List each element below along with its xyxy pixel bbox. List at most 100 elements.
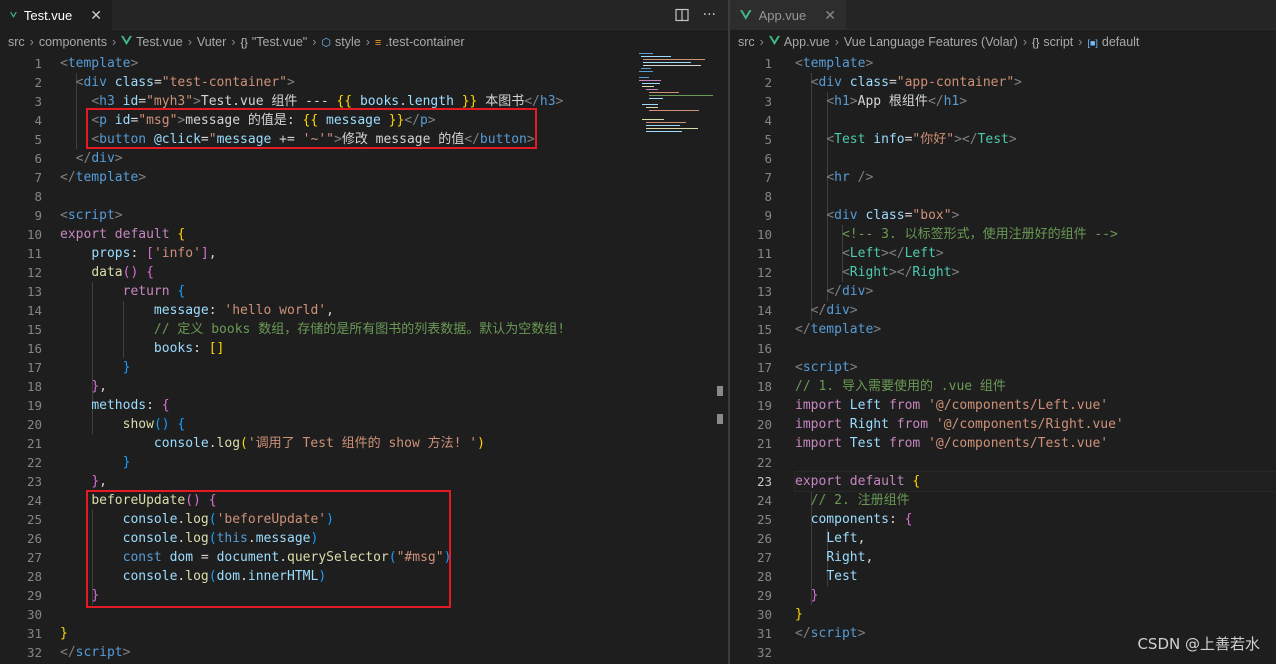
code-line[interactable]: <h3 id="myh3">Test.vue 组件 --- {{ books.l… <box>60 92 728 111</box>
code-line[interactable]: <script> <box>795 358 1276 377</box>
code-line[interactable]: } <box>795 586 1276 605</box>
code-line[interactable]: // 1. 导入需要使用的 .vue 组件 <box>795 377 1276 396</box>
code-content[interactable]: <template> <div class="test-container"> … <box>60 54 728 662</box>
code-line[interactable]: export default { <box>794 471 1276 492</box>
breadcrumb-item[interactable]: {} script <box>1032 35 1073 49</box>
breadcrumb-item[interactable]: ⬡ style <box>321 35 360 49</box>
code-line[interactable]: <Right></Right> <box>795 263 1276 282</box>
code-line[interactable]: const dom = document.querySelector("#msg… <box>60 548 728 567</box>
breadcrumb-item[interactable]: components <box>39 35 107 49</box>
code-line[interactable]: export default { <box>60 225 728 244</box>
code-line[interactable]: data() { <box>60 263 728 282</box>
code-line[interactable]: </div> <box>60 149 728 168</box>
breadcrumb-item[interactable]: {} "Test.vue" <box>240 35 307 49</box>
braces-icon: {} <box>1032 37 1040 49</box>
code-line[interactable]: <p id="msg">message 的值是: {{ message }}</… <box>60 111 728 130</box>
code-line[interactable]: books: [] <box>60 339 728 358</box>
code-line[interactable]: } <box>60 624 728 643</box>
code-line[interactable]: }, <box>60 377 728 396</box>
breadcrumb-item[interactable]: src <box>8 35 25 49</box>
code-line[interactable]: <div class="box"> <box>795 206 1276 225</box>
code-line[interactable]: // 定义 books 数组，存储的是所有图书的列表数据。默认为空数组! <box>60 320 728 339</box>
code-line[interactable]: <template> <box>795 54 1276 73</box>
scrollbar-markers[interactable] <box>717 386 723 426</box>
code-line[interactable]: Right, <box>795 548 1276 567</box>
breadcrumb-item[interactable]: App.vue <box>768 35 830 49</box>
code-line[interactable]: <template> <box>60 54 728 73</box>
code-line[interactable]: } <box>60 453 728 472</box>
code-line[interactable]: <Left></Left> <box>795 244 1276 263</box>
tab-app-vue[interactable]: App.vue ✕ <box>730 0 846 30</box>
code-token: "test-container" <box>161 75 287 90</box>
code-line[interactable]: import Right from '@/components/Right.vu… <box>795 415 1276 434</box>
code-token: } <box>60 626 68 641</box>
code-line[interactable]: console.log(this.message) <box>60 529 728 548</box>
breadcrumb-item[interactable]: ≡ .test-container <box>375 35 465 49</box>
breadcrumb-item[interactable]: Vuter <box>197 35 226 49</box>
code-line[interactable]: <hr /> <box>795 168 1276 187</box>
breadcrumb-item[interactable]: [■] default <box>1087 35 1139 49</box>
code-line[interactable] <box>795 187 1276 206</box>
code-line[interactable]: beforeUpdate() { <box>60 491 728 510</box>
code-line[interactable]: components: { <box>795 510 1276 529</box>
more-actions-icon[interactable]: ··· <box>703 7 716 23</box>
code-line[interactable]: props: ['info'], <box>60 244 728 263</box>
breadcrumb-item[interactable]: src <box>738 35 755 49</box>
code-line[interactable]: message: 'hello world', <box>60 301 728 320</box>
code-token: '@/components/Left.vue' <box>928 398 1109 413</box>
close-icon[interactable]: ✕ <box>90 7 102 24</box>
code-line[interactable]: console.log('调用了 Test 组件的 show 方法! ') <box>60 434 728 453</box>
code-line[interactable]: import Test from '@/components/Test.vue' <box>795 434 1276 453</box>
code-line[interactable] <box>60 605 728 624</box>
code-line[interactable]: <script> <box>60 206 728 225</box>
code-token: , <box>865 550 874 565</box>
code-line[interactable]: </template> <box>795 320 1276 339</box>
code-token: </ <box>464 132 480 147</box>
code-line[interactable] <box>795 339 1276 358</box>
minimap[interactable] <box>637 52 717 137</box>
code-line[interactable]: </div> <box>795 282 1276 301</box>
code-line[interactable]: show() { <box>60 415 728 434</box>
code-content[interactable]: <template> <div class="app-container"> <… <box>794 54 1276 662</box>
code-line[interactable]: <div class="app-container"> <box>795 73 1276 92</box>
close-icon[interactable]: ✕ <box>824 7 836 24</box>
code-line[interactable]: Left, <box>795 529 1276 548</box>
code-token: "app-container" <box>896 75 1015 90</box>
code-token: this <box>216 531 248 546</box>
right-code-editor[interactable]: 1 2 3 4 5 6 7 8 9 10 11 12 13 14 15 16 17 18 19 20 21 22 23 24 2… <box>730 54 1276 664</box>
tab-test-vue[interactable]: Test.vue ✕ <box>0 0 112 30</box>
code-line[interactable]: <!-- 3. 以标签形式，使用注册好的组件 --> <box>795 225 1276 244</box>
line-numbers: 1 2 3 4 5 6 7 8 9 10 11 12 13 14 15 16 17 18 19 20 21 22 23 24 2… <box>0 54 46 662</box>
split-editor-icon[interactable] <box>675 8 689 22</box>
code-line[interactable]: }, <box>60 472 728 491</box>
code-line[interactable]: } <box>60 358 728 377</box>
code-token: </ <box>75 151 92 166</box>
code-line[interactable]: return { <box>60 282 728 301</box>
code-line[interactable]: import Left from '@/components/Left.vue' <box>795 396 1276 415</box>
code-line[interactable]: console.log('beforeUpdate') <box>60 510 728 529</box>
breadcrumb-item[interactable]: Test.vue <box>121 35 183 49</box>
breadcrumb-item[interactable]: Vue Language Features (Volar) <box>844 35 1018 49</box>
code-line[interactable]: } <box>60 586 728 605</box>
code-line[interactable] <box>60 187 728 206</box>
code-line[interactable]: } <box>795 605 1276 624</box>
code-line[interactable]: // 2. 注册组件 <box>795 491 1276 510</box>
left-code-editor[interactable]: 1 2 3 4 5 6 7 8 9 10 11 12 13 14 15 16 17 18 19 20 21 22 23 24 2… <box>0 54 728 664</box>
code-line[interactable]: </div> <box>795 301 1276 320</box>
code-line[interactable] <box>795 111 1276 130</box>
code-line[interactable]: Test <box>795 567 1276 586</box>
code-line[interactable]: methods: { <box>60 396 728 415</box>
code-line[interactable]: <button @click="message += '~'">修改 messa… <box>60 130 728 149</box>
line-number: 1 <box>34 56 42 71</box>
code-line[interactable]: </script> <box>60 643 728 662</box>
code-line[interactable]: <h1>App 根组件</h1> <box>795 92 1276 111</box>
code-line[interactable]: <Test info="你好"></Test> <box>795 130 1276 149</box>
code-line[interactable]: <div class="test-container"> <box>60 73 728 92</box>
code-line[interactable] <box>795 453 1276 472</box>
code-line[interactable]: console.log(dom.innerHTML) <box>60 567 728 586</box>
code-line[interactable]: </template> <box>60 168 728 187</box>
code-line[interactable] <box>795 149 1276 168</box>
code-token: > <box>555 94 564 109</box>
